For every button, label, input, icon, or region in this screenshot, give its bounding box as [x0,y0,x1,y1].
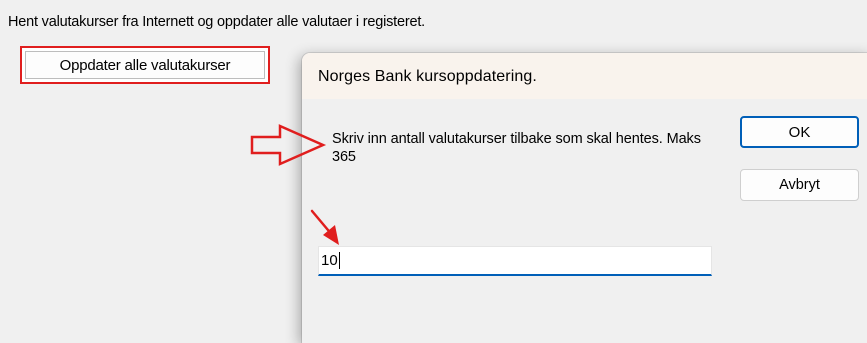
prompt-text: Skriv inn antall valutakurser tilbake so… [332,131,701,165]
days-input-value: 10 [321,252,338,269]
instruction-text: Hent valutakurser fra Internett og oppda… [8,14,426,30]
cancel-button[interactable]: Avbryt [740,169,859,201]
ok-button[interactable]: OK [740,116,859,148]
dialog-title: Norges Bank kursoppdatering. [318,68,537,85]
text-caret [338,252,340,269]
days-input[interactable]: 10 [318,246,712,276]
update-all-rates-button[interactable]: Oppdater alle valutakurser [25,51,265,79]
rate-update-dialog: Norges Bank kursoppdatering. Skriv inn a… [302,53,867,343]
dialog-titlebar[interactable]: Norges Bank kursoppdatering. [302,53,867,99]
update-all-rates-highlight: Oppdater alle valutakurser [20,46,270,84]
